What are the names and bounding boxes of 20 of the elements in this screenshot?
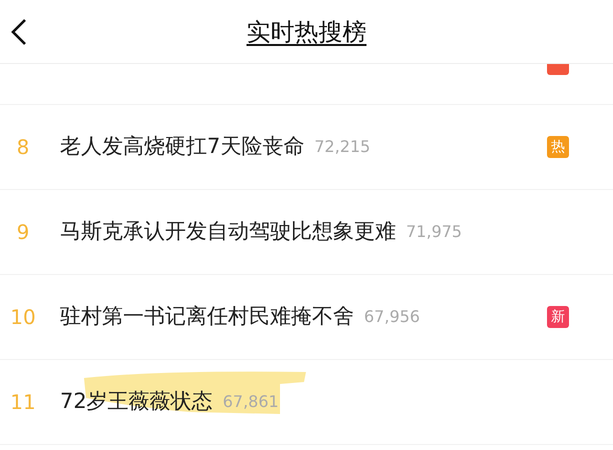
search-count: 67,956 [364,306,420,328]
rank-number: 9 [16,219,30,246]
topic-row[interactable]: 10 驻村第一书记离任村民难掩不舍 67,956 新 [0,275,613,360]
back-icon[interactable] [10,18,28,46]
topic-row[interactable]: 9 马斯克承认开发自动驾驶比想象更难 71,975 [0,190,613,275]
topic-title[interactable]: 老人发高烧硬扛7天险丧命 [60,131,304,163]
search-count: 67,861 [222,391,279,413]
topic-title[interactable]: 驻村第一书记离任村民难掩不舍 [60,301,354,333]
topic-title[interactable]: 72岁王薇薇状态 [60,386,213,418]
rank-number: 11 [9,389,37,416]
rank-number: 8 [16,134,30,161]
rank-number: 10 [9,304,37,331]
search-count: 71,975 [406,221,462,243]
search-count: 72,215 [314,136,370,158]
topic-title[interactable]: 马斯克承认开发自动驾驶比想象更难 [60,216,396,248]
topic-row[interactable]: 8 老人发高烧硬扛7天险丧命 72,215 热 [0,105,613,190]
page-title: 实时热搜榜 [246,16,366,48]
hot-badge: 新 [547,306,569,328]
hot-badge: 热 [547,136,569,158]
topic-row[interactable]: 11 72岁王薇薇状态 67,861 [0,360,613,445]
